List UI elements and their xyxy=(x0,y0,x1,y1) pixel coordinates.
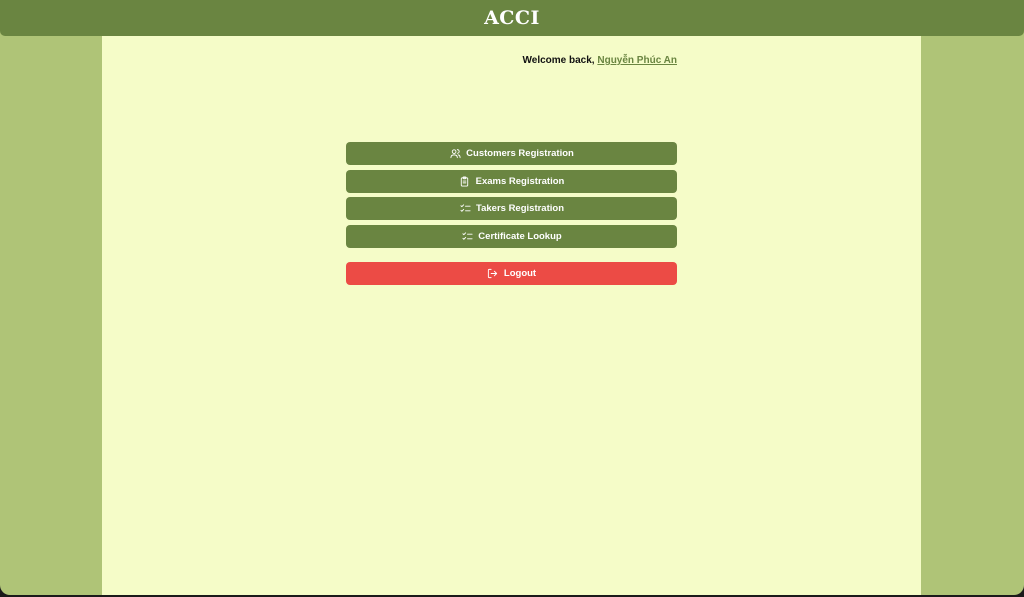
welcome-message: Welcome back, Nguyễn Phúc An xyxy=(523,55,678,66)
certificate-lookup-button[interactable]: Certificate Lookup xyxy=(346,224,677,248)
exams-registration-label: Exams Registration xyxy=(475,175,565,187)
logout-icon xyxy=(487,268,499,280)
takers-registration-button[interactable]: Takers Registration xyxy=(346,197,677,220)
list-checks-icon xyxy=(459,203,471,215)
user-name-link[interactable]: Nguyễn Phúc An xyxy=(597,55,677,66)
app-title: ACCI xyxy=(484,7,540,29)
list-checks-icon xyxy=(461,230,473,242)
users-icon xyxy=(449,148,461,160)
clipboard-icon xyxy=(459,175,471,187)
app-header: ACCI xyxy=(0,0,1024,36)
welcome-prefix: Welcome back, xyxy=(522,55,595,66)
exams-registration-button[interactable]: Exams Registration xyxy=(346,169,677,193)
app-window: ACCI Welcome back, Nguyễn Phúc An Custom… xyxy=(0,0,1024,595)
logout-button[interactable]: Logout xyxy=(346,262,677,285)
logout-label: Logout xyxy=(503,268,537,279)
certificate-lookup-label: Certificate Lookup xyxy=(478,230,562,242)
customers-registration-button[interactable]: Customers Registration xyxy=(346,142,677,165)
customers-registration-label: Customers Registration xyxy=(466,148,574,159)
takers-registration-label: Takers Registration xyxy=(476,203,564,214)
main-menu: Customers Registration Exams Registratio… xyxy=(346,142,677,252)
main-content: Welcome back, Nguyễn Phúc An Customers R… xyxy=(102,36,921,595)
